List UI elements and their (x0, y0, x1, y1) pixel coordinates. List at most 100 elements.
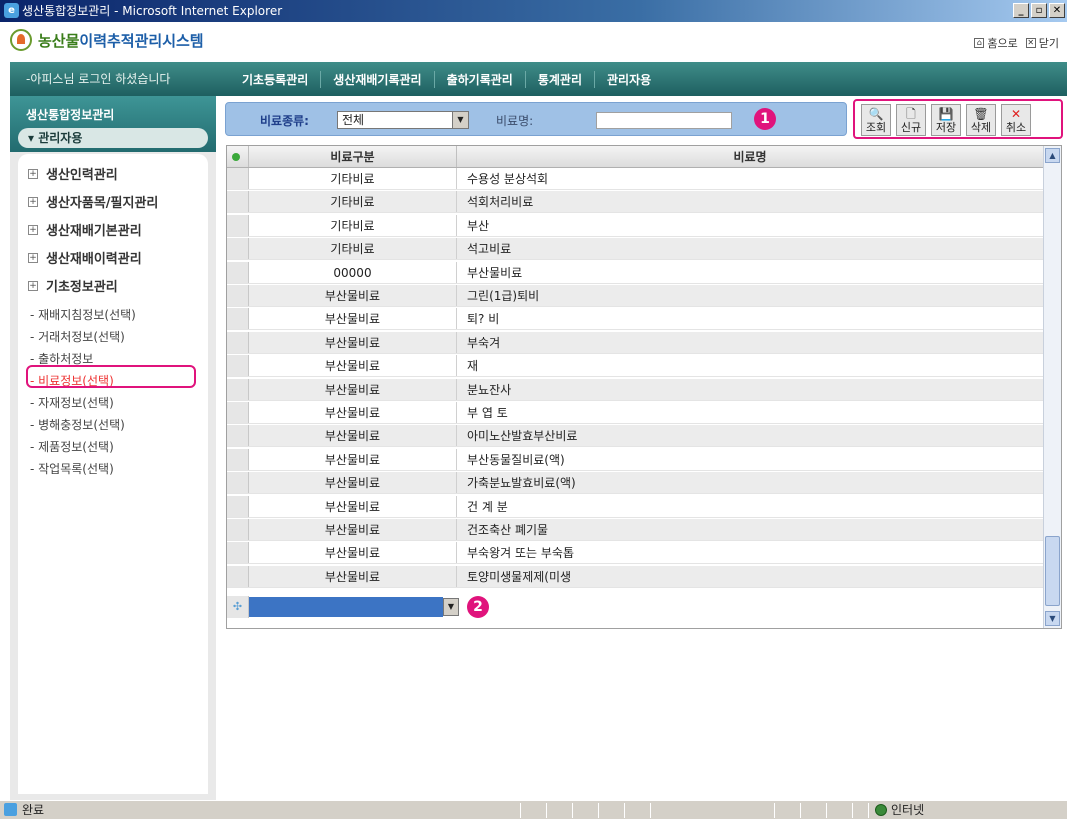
row-indicator[interactable] (227, 214, 249, 236)
chevron-down-icon[interactable]: ▼ (443, 598, 459, 616)
table-row[interactable]: 00000 부산물비료 (227, 261, 1043, 284)
vertical-scrollbar[interactable]: ▲ ▼ (1043, 146, 1061, 628)
row-indicator[interactable] (227, 355, 249, 377)
cell-name[interactable]: 부숙왕겨 또는 부숙톱 (457, 542, 1043, 563)
close-window-button[interactable]: ✕ (1049, 3, 1065, 18)
cell-name[interactable]: 재 (457, 355, 1043, 376)
table-row[interactable]: 부산물비료 아미노산발효부산비료 (227, 425, 1043, 448)
tree-item-workforce[interactable]: + 생산인력관리 (28, 164, 118, 183)
menu-admin[interactable]: 관리자용 (594, 70, 663, 88)
menu-basic-registration[interactable]: 기초등록관리 (230, 71, 320, 88)
tree-item-producer-parcels[interactable]: + 생산자품목/필지관리 (28, 192, 158, 211)
cell-name[interactable]: 수용성 분상석회 (457, 168, 1043, 189)
table-row[interactable]: 부산물비료 그린(1급)퇴비 (227, 285, 1043, 307)
column-header-name[interactable]: 비료명 (457, 146, 1043, 167)
fertilizer-type-select[interactable]: 전체 ▼ (337, 111, 469, 129)
cell-name[interactable]: 석회처리비료 (457, 191, 1043, 212)
row-indicator[interactable] (227, 565, 249, 587)
cell-category[interactable]: 부산물비료 (249, 472, 457, 494)
cell-name[interactable]: 석고비료 (457, 238, 1043, 259)
sub-item-clients[interactable]: - 거래처정보(선택) (30, 328, 125, 345)
table-row[interactable]: 부산물비료 부 엽 토 (227, 402, 1043, 424)
save-button[interactable]: 💾 저장 (931, 104, 961, 136)
scroll-down-icon[interactable]: ▼ (1045, 611, 1060, 626)
cell-category[interactable]: 부산물비료 (249, 285, 457, 306)
row-indicator[interactable] (227, 448, 249, 470)
scroll-up-icon[interactable]: ▲ (1045, 148, 1060, 163)
menu-statistics[interactable]: 통계관리 (524, 70, 594, 88)
cell-category[interactable]: 00000 (249, 261, 457, 283)
app-logo[interactable]: 농산물이력추적관리시스템 (10, 29, 204, 51)
cell-name[interactable]: 아미노산발효부산비료 (457, 425, 1043, 446)
row-indicator[interactable] (227, 519, 249, 540)
cell-category[interactable]: 부산물비료 (249, 565, 457, 587)
table-row[interactable]: 부산물비료 가축분뇨발효비료(액) (227, 472, 1043, 495)
row-indicator[interactable] (227, 495, 249, 517)
cell-name[interactable]: 건 계 분 (457, 496, 1043, 517)
scroll-thumb[interactable] (1045, 536, 1060, 606)
home-link[interactable]: ⌂ 홈으로 (974, 35, 1018, 51)
cancel-button[interactable]: ✕ 취소 (1001, 104, 1031, 136)
table-row[interactable]: 부산물비료 분뇨잔사 (227, 378, 1043, 401)
cell-name[interactable]: 부산 (457, 215, 1043, 236)
close-link[interactable]: ✕ 닫기 (1025, 35, 1059, 51)
cell-name[interactable]: 부숙겨 (457, 332, 1043, 353)
table-row[interactable]: 부산물비료 퇴? 비 (227, 308, 1043, 331)
cell-category[interactable]: 부산물비료 (249, 519, 457, 540)
row-indicator[interactable] (227, 425, 249, 447)
cell-name[interactable]: 퇴? 비 (457, 308, 1043, 329)
search-button[interactable]: 🔍 조회 (861, 104, 891, 136)
table-row[interactable]: 기타비료 석회처리비료 (227, 191, 1043, 214)
minimize-button[interactable]: _ (1013, 3, 1029, 18)
table-row[interactable]: 기타비료 수용성 분상석회 (227, 168, 1043, 190)
new-row[interactable]: ✣ ▼ 2 (227, 596, 1043, 618)
category-edit-cell[interactable] (249, 597, 443, 617)
cell-category[interactable]: 부산물비료 (249, 542, 457, 564)
row-indicator[interactable] (227, 191, 249, 213)
cell-name[interactable]: 가축분뇨발효비료(액) (457, 472, 1043, 493)
cell-category[interactable]: 부산물비료 (249, 308, 457, 330)
table-row[interactable]: 기타비료 석고비료 (227, 238, 1043, 261)
cell-category[interactable]: 부산물비료 (249, 448, 457, 470)
chevron-down-icon[interactable]: ▼ (452, 112, 468, 128)
cell-category[interactable]: 부산물비료 (249, 402, 457, 423)
column-header-category[interactable]: 비료구분 (249, 146, 457, 167)
cell-name[interactable]: 건조축산 폐기물 (457, 519, 1043, 540)
sub-item-cultivation-guide[interactable]: - 재배지침정보(선택) (30, 306, 136, 323)
row-indicator[interactable] (227, 472, 249, 494)
cell-category[interactable]: 부산물비료 (249, 495, 457, 517)
delete-button[interactable]: 🗑 삭제 (966, 104, 996, 136)
cell-name[interactable]: 토양미생물제제(미생 (457, 566, 1043, 587)
table-row[interactable]: 부산물비료 건 계 분 (227, 495, 1043, 518)
cell-name[interactable]: 그린(1급)퇴비 (457, 285, 1043, 306)
row-indicator[interactable] (227, 285, 249, 306)
menu-shipping-records[interactable]: 출하기록관리 (433, 70, 525, 88)
table-row[interactable]: 부산물비료 토양미생물제제(미생 (227, 565, 1043, 588)
sub-item-materials[interactable]: - 자재정보(선택) (30, 394, 114, 411)
sub-item-pests[interactable]: - 병해충정보(선택) (30, 416, 125, 433)
row-indicator[interactable] (227, 261, 249, 283)
cell-category[interactable]: 부산물비료 (249, 355, 457, 377)
cell-name[interactable]: 분뇨잔사 (457, 379, 1043, 400)
cell-category[interactable]: 기타비료 (249, 214, 457, 236)
table-row[interactable]: 부산물비료 건조축산 폐기물 (227, 519, 1043, 541)
sub-item-products[interactable]: - 제품정보(선택) (30, 438, 114, 455)
row-indicator[interactable] (227, 378, 249, 400)
tree-item-cultivation-basic[interactable]: + 생산재배기본관리 (28, 220, 142, 239)
tree-item-cultivation-history[interactable]: + 생산재배이력관리 (28, 248, 142, 267)
table-row[interactable]: 부산물비료 부숙겨 (227, 331, 1043, 354)
row-indicator[interactable] (227, 168, 249, 189)
table-row[interactable]: 부산물비료 재 (227, 355, 1043, 378)
sub-item-work-list[interactable]: - 작업목록(선택) (30, 460, 114, 477)
table-row[interactable]: 기타비료 부산 (227, 214, 1043, 237)
tree-item-basic-info[interactable]: + 기초정보관리 (28, 276, 118, 295)
maximize-button[interactable]: ▫ (1031, 3, 1047, 18)
menu-cultivation-records[interactable]: 생산재배기록관리 (320, 70, 433, 88)
cell-name[interactable]: 부 엽 토 (457, 402, 1043, 423)
cell-category[interactable]: 부산물비료 (249, 331, 457, 353)
row-indicator[interactable] (227, 402, 249, 423)
row-indicator[interactable] (227, 331, 249, 353)
cell-category[interactable]: 부산물비료 (249, 378, 457, 400)
table-row[interactable]: 부산물비료 부산동물질비료(액) (227, 448, 1043, 471)
cell-category[interactable]: 기타비료 (249, 238, 457, 260)
